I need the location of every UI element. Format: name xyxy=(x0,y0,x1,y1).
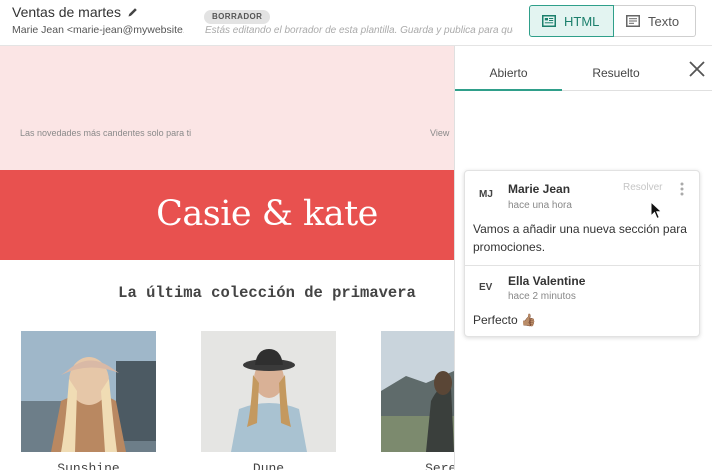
draft-notice: Estás editando el borrador de esta plant… xyxy=(205,25,513,36)
product-photo-serene xyxy=(381,331,454,452)
comment-time: hace una hora xyxy=(508,200,572,211)
text-view-button[interactable]: Texto xyxy=(614,5,696,37)
avatar: MJ xyxy=(479,189,493,200)
tab-open[interactable]: Abierto xyxy=(455,46,562,91)
resolve-button[interactable]: Resolver xyxy=(623,182,662,193)
pencil-icon[interactable] xyxy=(127,6,139,18)
html-layout-icon xyxy=(542,15,556,27)
comment-divider xyxy=(465,265,701,266)
comment-author: Marie Jean xyxy=(508,182,571,196)
product-photo-sunshine xyxy=(21,331,156,452)
html-view-button[interactable]: HTML xyxy=(529,5,614,37)
comment-time: hace 2 minutos xyxy=(508,291,576,302)
view-toggle: HTML Texto xyxy=(529,5,696,37)
html-view-label: HTML xyxy=(564,13,600,29)
sender-line: Marie Jean <marie-jean@mywebsite.com> xyxy=(12,24,184,36)
text-view-label: Texto xyxy=(648,13,680,29)
avatar: EV xyxy=(479,282,493,293)
brand-logo: Casie & kate xyxy=(156,194,378,234)
email-preheader: Las novedades más candentes solo para ti… xyxy=(0,46,454,170)
brand-banner: Casie & kate xyxy=(0,170,454,260)
text-document-icon xyxy=(626,15,640,27)
template-name[interactable]: Ventas de martes xyxy=(12,4,121,20)
comment-thread[interactable]: MJ Marie Jean hace una hora Resolver Vam… xyxy=(464,170,701,337)
product-photo-dune xyxy=(201,331,336,452)
template-title[interactable]: Ventas de martes xyxy=(12,4,139,20)
product-title: Serene xyxy=(425,461,454,470)
comment-text: Perfecto 👍🏽 xyxy=(473,313,536,327)
close-icon[interactable] xyxy=(688,60,706,78)
top-bar: Ventas de martes Marie Jean <marie-jean@… xyxy=(0,0,712,46)
product-title: Dune xyxy=(252,461,285,470)
email-preview[interactable]: Las novedades más candentes solo para ti… xyxy=(0,46,454,470)
mouse-cursor-icon xyxy=(650,201,663,220)
status-badge: BORRADOR xyxy=(204,10,271,24)
view-online-link[interactable]: View xyxy=(430,128,449,138)
collection-heading: La última colección de primavera xyxy=(118,284,416,302)
product-image[interactable] xyxy=(381,331,454,452)
more-options-icon[interactable] xyxy=(677,181,687,197)
product-title: Sunshine xyxy=(57,461,120,470)
comments-tabs: Abierto Resuelto xyxy=(455,46,712,91)
tab-resolved[interactable]: Resuelto xyxy=(562,46,670,91)
preheader-text: Las novedades más candentes solo para ti xyxy=(20,128,192,138)
comment-author: Ella Valentine xyxy=(508,274,586,288)
comment-text: Vamos a añadir una nueva sección para pr… xyxy=(473,222,687,254)
product-image[interactable] xyxy=(21,331,156,452)
product-image[interactable] xyxy=(201,331,336,452)
